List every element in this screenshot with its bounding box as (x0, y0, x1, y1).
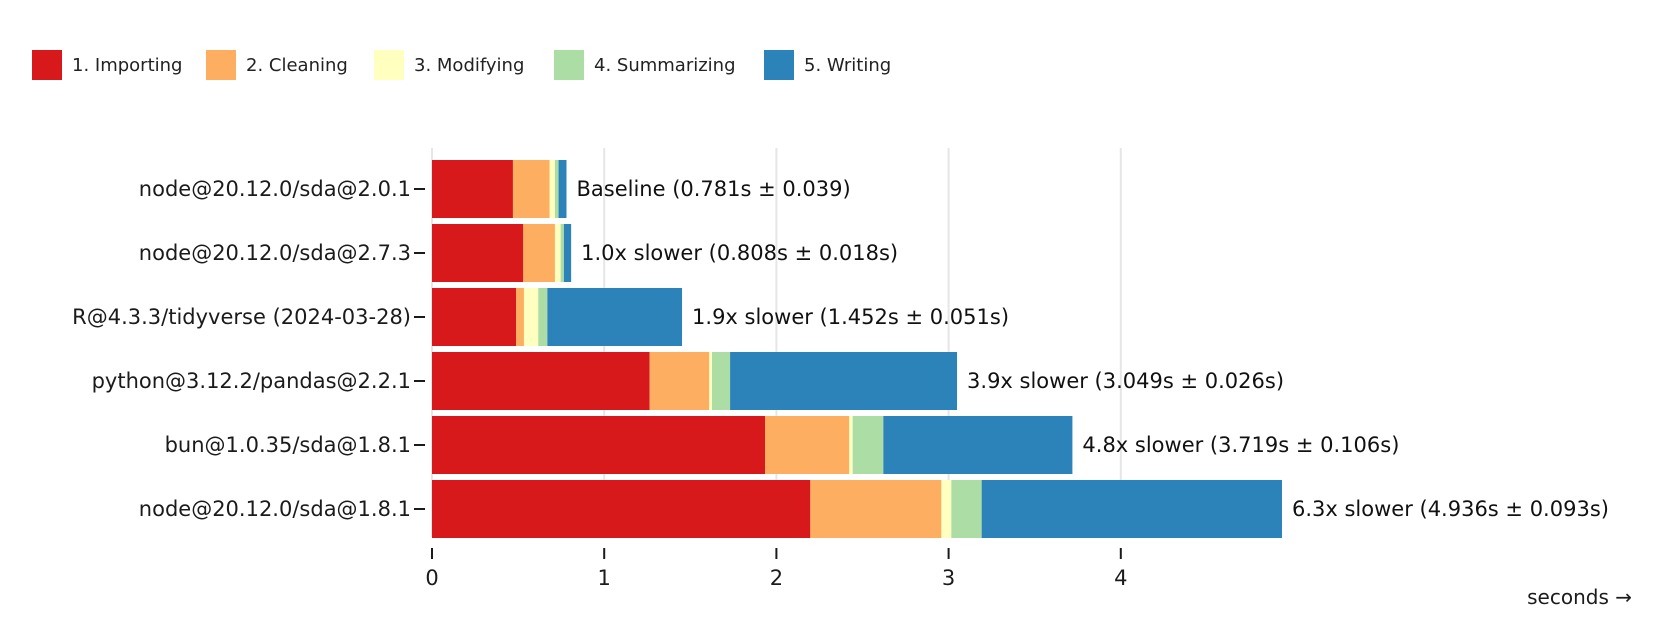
x-tick-label: 0 (425, 566, 438, 590)
bar-segment (549, 160, 555, 218)
category-label: R@4.3.3/tidyverse (2024-03-28) (72, 305, 411, 329)
bar-segment (730, 352, 958, 410)
bar-segment (523, 224, 555, 282)
bar-segment (512, 160, 550, 218)
bar-segment (432, 160, 513, 218)
category-label: node@20.12.0/sda@2.0.1 (139, 177, 411, 201)
bar-segment (711, 352, 731, 410)
bar-segment (432, 416, 766, 474)
category-label: node@20.12.0/sda@1.8.1 (139, 497, 411, 521)
bar-annotation: 1.9x slower (1.452s ± 0.051s) (692, 305, 1009, 329)
x-axis-title: seconds → (1527, 585, 1632, 609)
x-tick-label: 2 (770, 566, 783, 590)
category-label: python@3.12.2/pandas@2.2.1 (92, 369, 411, 393)
bar-segment (432, 224, 524, 282)
bar-segment (883, 416, 1073, 474)
bar-annotation: 4.8x slower (3.719s ± 0.106s) (1082, 433, 1399, 457)
bar-segment (981, 480, 1282, 538)
x-axis: 0 1 2 3 4 (425, 548, 1127, 590)
bar-segment (432, 352, 650, 410)
category-label: node@20.12.0/sda@2.7.3 (139, 241, 411, 265)
bar-segment (558, 160, 567, 218)
bar-segment (538, 288, 548, 346)
bar-segment (951, 480, 982, 538)
bar-segment (523, 288, 539, 346)
x-tick-label: 3 (942, 566, 955, 590)
bar-segment (432, 480, 811, 538)
y-axis: node@20.12.0/sda@2.0.1 node@20.12.0/sda@2… (72, 177, 425, 521)
bar-segment (649, 352, 710, 410)
bar-segment (554, 224, 561, 282)
bar-annotation: 3.9x slower (3.049s ± 0.026s) (967, 369, 1284, 393)
bar-segment (547, 288, 683, 346)
bar-segment (810, 480, 942, 538)
chart: node@20.12.0/sda@2.0.1 node@20.12.0/sda@2… (72, 148, 1632, 609)
bar-segment (765, 416, 850, 474)
bar-annotation: 1.0x slower (0.808s ± 0.018s) (581, 241, 898, 265)
x-tick-label: 4 (1114, 566, 1127, 590)
bar-segment (516, 288, 524, 346)
bar-segment (560, 224, 564, 282)
bar-annotation: 6.3x slower (4.936s ± 0.093s) (1292, 497, 1609, 521)
category-label: bun@1.0.35/sda@1.8.1 (165, 433, 411, 457)
x-tick-label: 1 (598, 566, 611, 590)
bar-segment (941, 480, 952, 538)
bar-annotation: Baseline (0.781s ± 0.039) (576, 177, 850, 201)
bar-segment (432, 288, 517, 346)
bar-segment (852, 416, 884, 474)
bar-segment (554, 160, 559, 218)
bar-segment (849, 416, 853, 474)
bars (432, 160, 1282, 538)
bar-segment (709, 352, 712, 410)
bar-segment (563, 224, 572, 282)
